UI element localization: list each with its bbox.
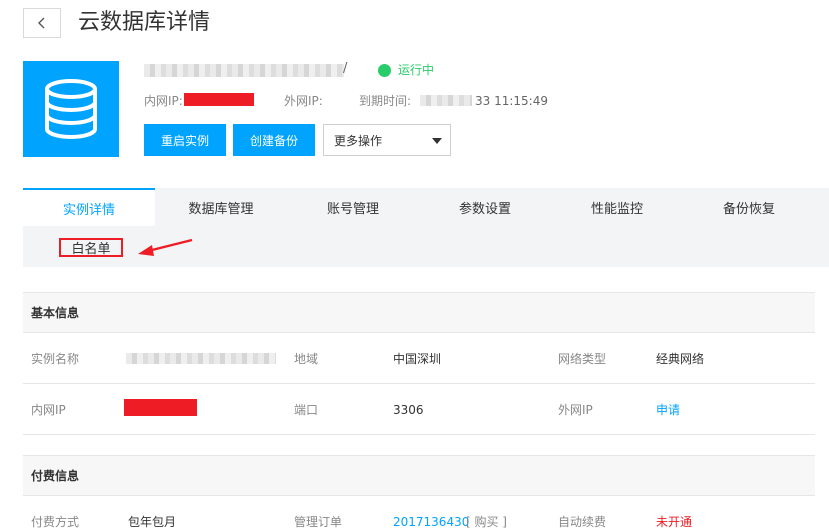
inner-ip-value-redacted <box>124 399 197 416</box>
pay-method-value: 包年包月 <box>128 515 177 529</box>
port-label: 端口 <box>294 403 319 417</box>
instance-name-label: 实例名称 <box>31 352 80 366</box>
database-icon <box>23 61 119 157</box>
region-value: 中国深圳 <box>393 352 442 366</box>
network-type-label: 网络类型 <box>558 352 607 366</box>
tab-performance-monitoring[interactable]: 性能监控 <box>551 188 683 226</box>
red-arrow-annotation <box>138 238 193 256</box>
instance-name-suffix: / <box>343 61 348 76</box>
outer-ip-label: 外网IP: <box>284 94 323 108</box>
pay-method-label: 付费方式 <box>31 515 80 529</box>
instance-name-redacted <box>144 64 344 77</box>
page-title: 云数据库详情 <box>78 10 211 35</box>
outer-ip-label: 外网IP <box>558 403 593 417</box>
expire-time: 33 11:15:49 <box>475 94 548 108</box>
chevron-down-icon <box>432 138 442 144</box>
inner-ip-redacted <box>184 93 254 106</box>
region-label: 地域 <box>294 352 319 366</box>
port-value: 3306 <box>393 403 424 417</box>
apply-outer-ip-link[interactable]: 申请 <box>656 402 680 418</box>
order-purchase-tag: [ 购买 ] <box>466 515 507 529</box>
restart-instance-button[interactable]: 重启实例 <box>144 124 226 156</box>
subtab-whitelist[interactable]: 白名单 <box>59 238 123 257</box>
create-backup-button[interactable]: 创建备份 <box>233 124 315 156</box>
divider <box>23 332 815 333</box>
divider <box>23 434 815 435</box>
inner-ip-label: 内网IP <box>31 403 66 417</box>
more-actions-select[interactable]: 更多操作 <box>323 124 451 156</box>
divider <box>23 383 815 384</box>
network-type-value: 经典网络 <box>656 352 705 366</box>
chevron-left-icon <box>38 17 45 29</box>
section-basic-info: 基本信息 <box>23 292 815 332</box>
tab-instance-details[interactable]: 实例详情 <box>23 188 155 226</box>
inner-ip-label: 内网IP: <box>144 94 183 108</box>
tab-account-management[interactable]: 账号管理 <box>287 188 419 226</box>
section-billing-info: 付费信息 <box>23 455 815 495</box>
instance-name-value-redacted <box>126 353 276 364</box>
more-actions-label: 更多操作 <box>334 133 383 148</box>
auto-renew-label: 自动续费 <box>558 515 607 529</box>
divider <box>23 495 815 496</box>
tab-backup-restore[interactable]: 备份恢复 <box>683 188 815 226</box>
order-label: 管理订单 <box>294 515 343 529</box>
tab-parameter-settings[interactable]: 参数设置 <box>419 188 551 226</box>
back-button[interactable] <box>23 8 61 38</box>
expire-date-redacted <box>420 95 472 106</box>
order-link[interactable]: 2017136430 <box>393 514 469 530</box>
auto-renew-status-link[interactable]: 未开通 <box>656 514 692 530</box>
expire-label: 到期时间: <box>359 94 412 108</box>
tab-database-management[interactable]: 数据库管理 <box>155 188 287 226</box>
status-badge: 运行中 <box>398 63 435 77</box>
status-dot-icon <box>378 64 391 77</box>
